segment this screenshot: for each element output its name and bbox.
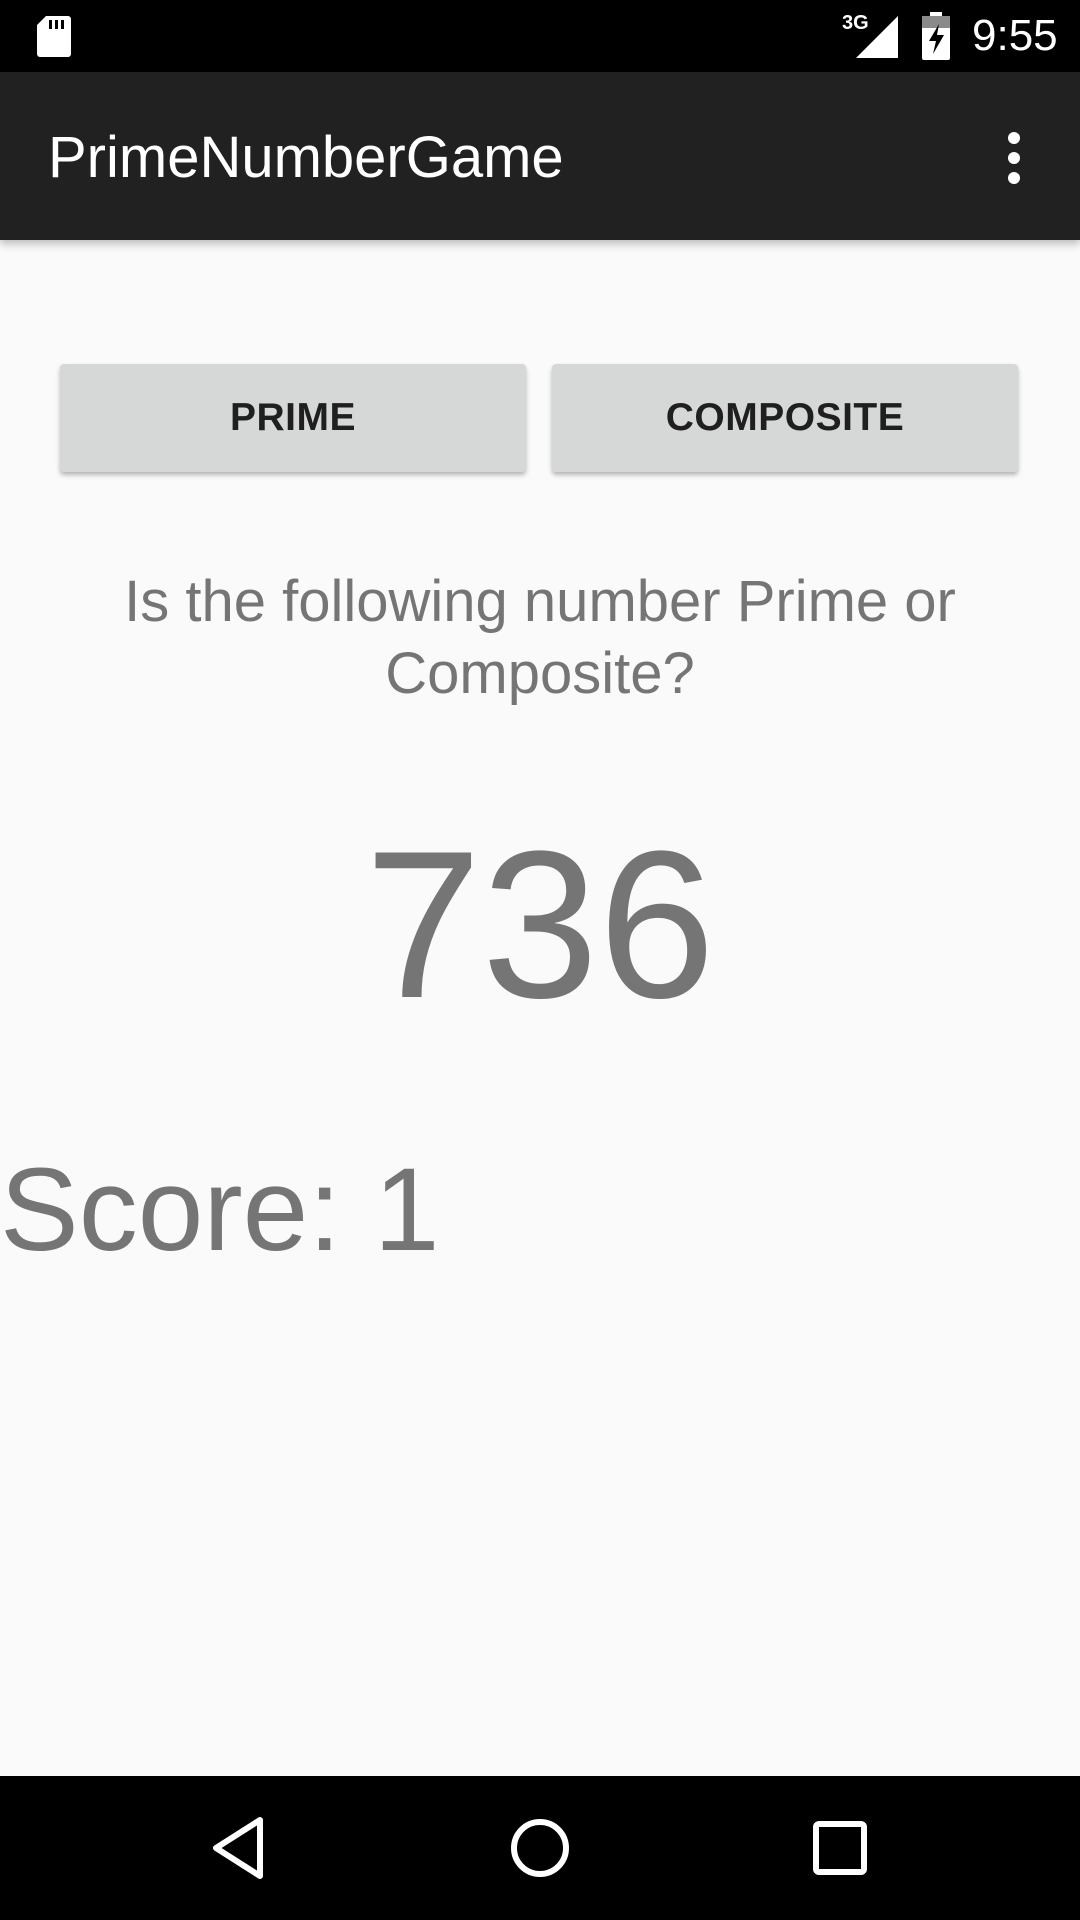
battery-charging-icon	[922, 12, 950, 60]
number-display: 736	[364, 807, 716, 1042]
recents-icon[interactable]	[794, 1802, 886, 1894]
prime-button[interactable]: PRIME	[60, 364, 526, 472]
app-bar: PrimeNumberGame	[0, 72, 1080, 240]
signal-icon	[856, 16, 898, 58]
status-clock: 9:55	[972, 11, 1058, 60]
question-text: Is the following number Prime or Composi…	[124, 569, 956, 706]
signal-indicator: 3G	[842, 12, 898, 60]
composite-button[interactable]: COMPOSITE	[552, 364, 1018, 472]
app-title: PrimeNumberGame	[48, 125, 564, 190]
screen: 3G 9:55 PrimeNumberGame PRIME COMPOSITE …	[0, 0, 1080, 1920]
score-text: Score: 1	[0, 1144, 440, 1276]
home-icon[interactable]	[494, 1802, 586, 1894]
more-vert-icon[interactable]	[990, 126, 1038, 190]
status-bar: 3G 9:55	[0, 0, 1080, 72]
navigation-bar	[0, 1776, 1080, 1920]
back-icon[interactable]	[194, 1802, 286, 1894]
sd-card-icon	[37, 16, 71, 57]
